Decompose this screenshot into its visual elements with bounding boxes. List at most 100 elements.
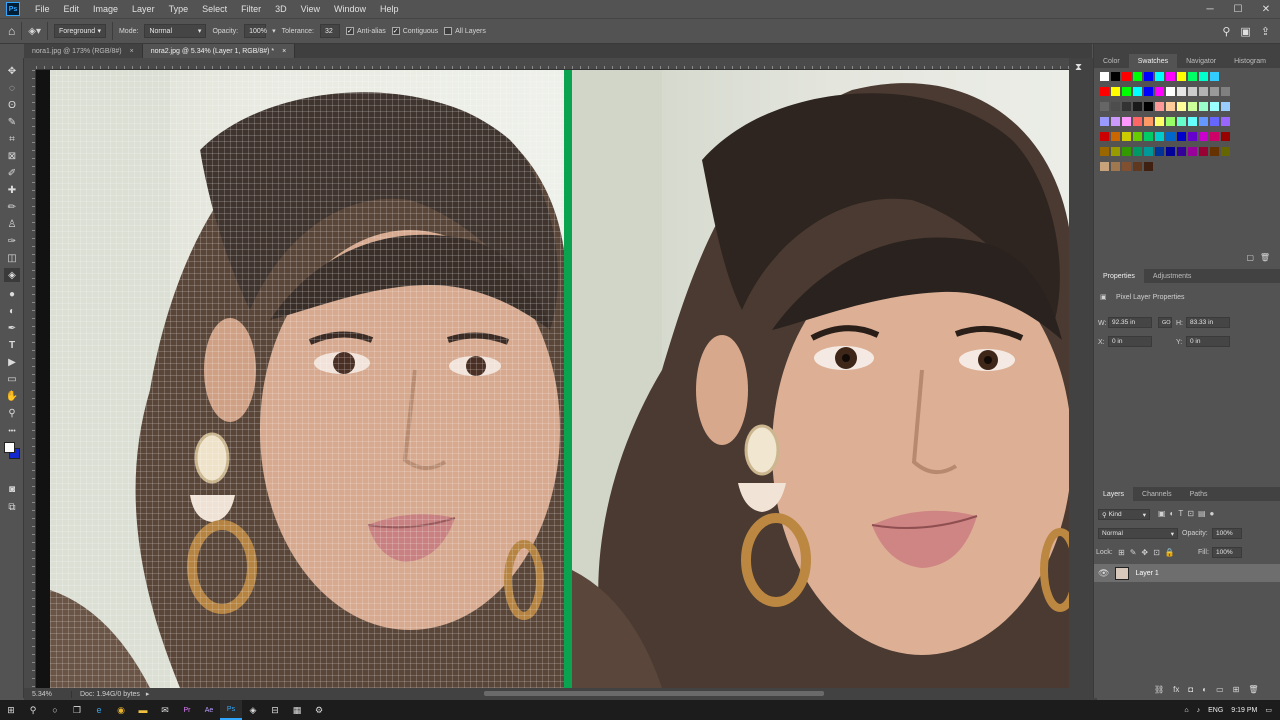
eraser-icon[interactable]: ◫	[4, 251, 20, 265]
layer-filter-icons[interactable]: ▣◐T⊡▤●	[1158, 509, 1218, 518]
menu-filter[interactable]: Filter	[234, 4, 268, 14]
blend-mode-select[interactable]: Normal ▾	[1098, 528, 1178, 539]
tab-navigator[interactable]: Navigator	[1177, 54, 1225, 68]
add-mask-icon[interactable]: ◘	[1188, 685, 1193, 694]
color-swatch[interactable]	[1122, 162, 1131, 171]
adjustment-layer-icon[interactable]: ◐	[1202, 685, 1207, 694]
color-swatch[interactable]	[1199, 117, 1208, 126]
opacity-dropdown-icon[interactable]: ▾	[272, 27, 276, 35]
color-swatch[interactable]	[1144, 132, 1153, 141]
color-swatch[interactable]	[1133, 147, 1142, 156]
color-swatch[interactable]	[1221, 147, 1230, 156]
color-swatch[interactable]	[1133, 102, 1142, 111]
trash-icon[interactable]: 🗑	[1248, 685, 1258, 694]
network-icon[interactable]: ⌂	[1184, 707, 1188, 714]
color-swatch[interactable]	[1166, 117, 1175, 126]
color-swatch[interactable]	[1177, 102, 1186, 111]
marquee-icon[interactable]: ◌	[4, 81, 20, 95]
color-swatch[interactable]	[1122, 147, 1131, 156]
crop-icon[interactable]: ⌗	[4, 132, 20, 146]
x-input[interactable]: 0 in	[1108, 336, 1152, 347]
tab-color[interactable]: Color	[1094, 54, 1129, 68]
color-swatch[interactable]	[1133, 87, 1142, 96]
color-swatch[interactable]	[1199, 147, 1208, 156]
healing-icon[interactable]: ✚	[4, 183, 20, 197]
lock-icons[interactable]: ⊞✎✥⊡🔒	[1118, 548, 1180, 557]
color-swatch[interactable]	[1100, 132, 1109, 141]
color-swatch[interactable]	[1111, 72, 1120, 81]
visibility-eye-icon[interactable]: 👁	[1098, 568, 1109, 579]
maximize-icon[interactable]: ☐	[1224, 4, 1252, 15]
close-icon[interactable]: ×	[282, 48, 286, 55]
volume-icon[interactable]: ♪	[1197, 707, 1201, 714]
color-swatch[interactable]	[1144, 87, 1153, 96]
path-select-icon[interactable]: ▶	[4, 355, 20, 369]
new-swatch-icon[interactable]: ▢	[1246, 253, 1254, 262]
color-swatch[interactable]	[1133, 162, 1142, 171]
color-swatch[interactable]	[1155, 117, 1164, 126]
menu-image[interactable]: Image	[86, 4, 125, 14]
layer-row[interactable]: 👁 Layer 1	[1094, 564, 1280, 582]
tab-adjustments[interactable]: Adjustments	[1144, 269, 1201, 283]
calculator-icon[interactable]: ▦	[286, 700, 308, 720]
color-swatch[interactable]	[1111, 162, 1120, 171]
menu-layer[interactable]: Layer	[125, 4, 162, 14]
link-layers-icon[interactable]: ⛓	[1154, 685, 1164, 694]
color-swatch[interactable]	[1111, 147, 1120, 156]
color-swatch[interactable]	[1221, 117, 1230, 126]
after-effects-icon[interactable]: Ae	[198, 700, 220, 720]
menu-select[interactable]: Select	[195, 4, 234, 14]
color-swatch[interactable]	[1144, 117, 1153, 126]
color-swatch[interactable]	[1155, 87, 1164, 96]
stamp-icon[interactable]: ♙	[4, 217, 20, 231]
color-swatch[interactable]	[1155, 102, 1164, 111]
status-arrow-icon[interactable]: ▸	[146, 690, 150, 698]
color-swatch[interactable]	[1122, 87, 1131, 96]
color-swatch[interactable]	[1199, 72, 1208, 81]
home-icon[interactable]: ⌂	[8, 24, 15, 38]
ruler-origin[interactable]	[24, 58, 36, 70]
color-swatch[interactable]	[1166, 102, 1175, 111]
color-swatch[interactable]	[1221, 87, 1230, 96]
chrome-icon[interactable]: ◉	[110, 700, 132, 720]
color-swatch[interactable]	[1177, 132, 1186, 141]
mode-select[interactable]: Normal ▾	[144, 24, 207, 38]
color-swatch[interactable]	[1166, 147, 1175, 156]
share-icon[interactable]: ⇪	[1261, 25, 1270, 38]
tab-paths[interactable]: Paths	[1181, 487, 1217, 501]
color-swatch[interactable]	[1144, 147, 1153, 156]
menu-help[interactable]: Help	[373, 4, 406, 14]
color-swatches[interactable]	[4, 442, 20, 460]
blur-icon[interactable]: ●	[4, 287, 20, 301]
fx-icon[interactable]: fx	[1173, 685, 1179, 694]
width-input[interactable]: 92.35 in	[1108, 317, 1152, 328]
color-swatch[interactable]	[1210, 87, 1219, 96]
color-swatch[interactable]	[1188, 147, 1197, 156]
tab-nora1[interactable]: nora1.jpg @ 173% (RGB/8#) ×	[24, 44, 143, 58]
color-swatch[interactable]	[1188, 72, 1197, 81]
move-icon[interactable]: ✥	[4, 64, 20, 78]
quick-mask-icon[interactable]: ◙	[4, 482, 20, 496]
tab-swatches[interactable]: Swatches	[1128, 54, 1178, 68]
color-swatch[interactable]	[1210, 102, 1219, 111]
store-icon[interactable]: ⊟	[264, 700, 286, 720]
color-swatch[interactable]	[1100, 87, 1109, 96]
menu-window[interactable]: Window	[327, 4, 373, 14]
color-swatch[interactable]	[1111, 117, 1120, 126]
color-swatch[interactable]	[1188, 132, 1197, 141]
tab-nora2[interactable]: nora2.jpg @ 5.34% (Layer 1, RGB/8#) * ×	[142, 44, 296, 58]
color-swatch[interactable]	[1221, 132, 1230, 141]
color-swatch[interactable]	[1133, 72, 1142, 81]
color-swatch[interactable]	[1111, 102, 1120, 111]
color-swatch[interactable]	[1166, 87, 1175, 96]
layer-opacity-input[interactable]: 100%	[1212, 528, 1242, 539]
new-group-icon[interactable]: ▭	[1216, 685, 1224, 694]
paint-bucket-icon[interactable]: ◈	[4, 268, 20, 282]
menu-view[interactable]: View	[294, 4, 327, 14]
clock-time[interactable]: 9:19 PM	[1231, 707, 1257, 714]
foreground-color-swatch[interactable]	[4, 442, 15, 453]
more-tools-icon[interactable]: •••	[4, 424, 20, 438]
contiguous-checkbox[interactable]: ✓ Contiguous	[391, 27, 438, 35]
photoshop-icon[interactable]: Ps	[220, 700, 242, 720]
color-swatch[interactable]	[1133, 132, 1142, 141]
